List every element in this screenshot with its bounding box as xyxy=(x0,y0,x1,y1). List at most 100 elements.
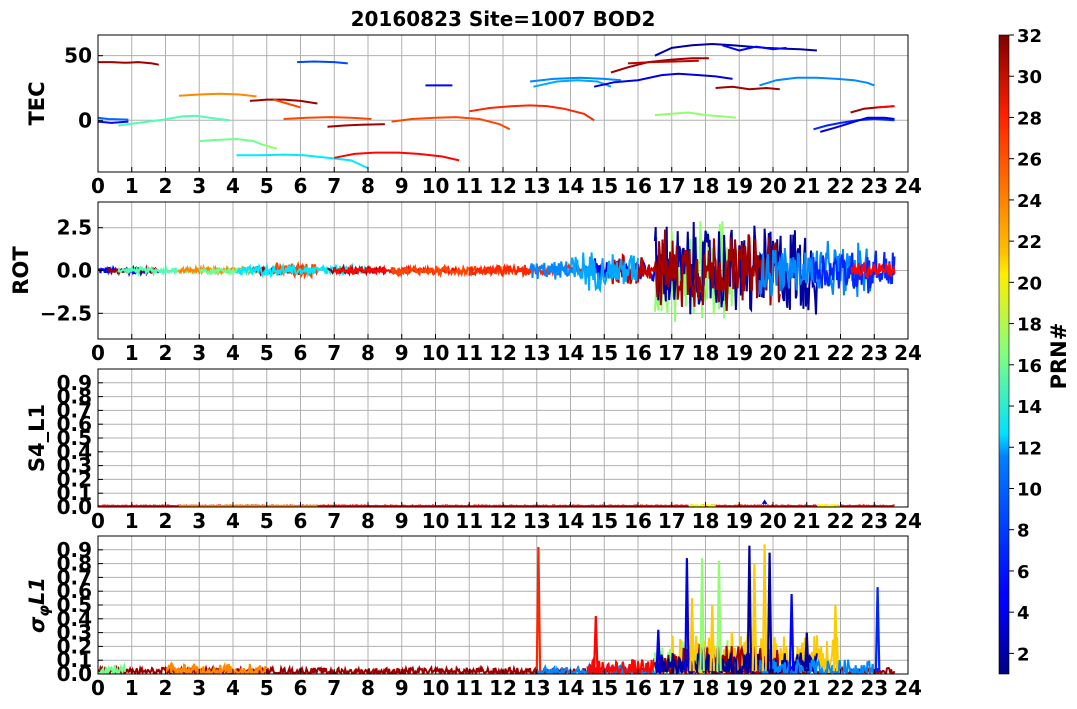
x-tick-label: 7 xyxy=(327,174,341,198)
x-tick-label: 3 xyxy=(192,509,206,533)
x-tick-label: 13 xyxy=(523,509,551,533)
x-tick-label: 10 xyxy=(422,509,450,533)
x-tick-label: 6 xyxy=(294,676,308,700)
x-tick-label: 15 xyxy=(590,341,618,365)
x-tick-label: 0 xyxy=(91,341,105,365)
x-tick-label: 16 xyxy=(624,174,652,198)
x-tick-label: 14 xyxy=(557,509,585,533)
x-tick-label: 13 xyxy=(523,174,551,198)
y-tick-label: 0.9 xyxy=(57,371,92,395)
x-tick-label: 20 xyxy=(759,676,787,700)
series-line-prn5 xyxy=(98,120,129,124)
x-tick-label: 15 xyxy=(590,174,618,198)
x-tick-label: 15 xyxy=(590,676,618,700)
grid xyxy=(97,35,909,172)
colorbar: 2468101214161820222426283032 PRN# xyxy=(998,26,1071,675)
series-group xyxy=(98,42,895,170)
x-tick-label: 10 xyxy=(422,341,450,365)
panel-2: 0 1 2 3 4 5 6 7 8 9 10 11 12 13 14 15 16 17 18 19 20 21 22 23 24… xyxy=(25,368,922,533)
y-axis-title: S4_L1 xyxy=(25,404,49,472)
colorbar-tick-label: 10 xyxy=(1017,479,1042,500)
x-tick-label: 21 xyxy=(793,174,821,198)
x-tick-label: 7 xyxy=(327,341,341,365)
y-axis-title: σφL1 xyxy=(25,577,53,633)
x-tick-label: 3 xyxy=(192,174,206,198)
x-tick-label: 24 xyxy=(894,341,922,365)
spike-prn27 xyxy=(535,546,542,672)
x-tick-label: 1 xyxy=(125,676,139,700)
x-tick-label: 21 xyxy=(793,341,821,365)
y-tick-label: 2.5 xyxy=(57,216,92,240)
x-tick-label: 8 xyxy=(361,509,375,533)
x-tick-label: 24 xyxy=(894,676,922,700)
x-tick-label: 19 xyxy=(725,509,753,533)
series-line-prn28 xyxy=(334,151,460,162)
x-tick-label: 1 xyxy=(125,174,139,198)
x-tick-label: 0 xyxy=(91,509,105,533)
colorbar-tick-label: 12 xyxy=(1017,438,1042,459)
x-tick-label: 6 xyxy=(294,509,308,533)
x-tick-label: 11 xyxy=(455,174,483,198)
series-line-prn31 xyxy=(715,85,780,91)
panel-0: 0 1 2 3 4 5 6 7 8 9 10 11 12 13 14 15 16 17 18 19 20 21 22 23 24… xyxy=(25,34,922,198)
x-tick-label: 8 xyxy=(361,174,375,198)
x-tick-label: 12 xyxy=(489,174,517,198)
x-tick-label: 2 xyxy=(159,509,173,533)
x-tick-label: 19 xyxy=(725,341,753,365)
x-tick-label: 22 xyxy=(827,341,855,365)
x-tick-label: 3 xyxy=(192,341,206,365)
series-line-prn24 xyxy=(178,92,257,98)
x-tick-label: 5 xyxy=(260,676,274,700)
colorbar-tick-label: 22 xyxy=(1017,232,1042,253)
series-line-prn17 xyxy=(263,143,278,150)
x-tick-label: 23 xyxy=(860,174,888,198)
x-tick-label: 12 xyxy=(489,676,517,700)
y-axis-title: ROT xyxy=(9,246,33,295)
series-group xyxy=(98,221,896,322)
x-tick-label: 9 xyxy=(395,676,409,700)
series-line-prn30 xyxy=(627,59,699,65)
y-axis-title: TEC xyxy=(25,81,49,125)
colorbar-tick-label: 2 xyxy=(1017,644,1030,665)
x-tick-label: 14 xyxy=(557,341,585,365)
x-tick-label: 23 xyxy=(860,676,888,700)
x-tick-label: 2 xyxy=(159,341,173,365)
spike-prn6 xyxy=(874,587,881,672)
x-tick-label: 13 xyxy=(523,341,551,365)
series-line-prn26 xyxy=(391,116,511,131)
x-tick-label: 4 xyxy=(226,676,240,700)
panels-group: 0 1 2 3 4 5 6 7 8 9 10 11 12 13 14 15 16 17 18 19 20 21 22 23 24… xyxy=(9,34,922,700)
x-tick-label: 16 xyxy=(624,341,652,365)
colorbar-tick-label: 24 xyxy=(1017,191,1042,212)
x-tick-label: 12 xyxy=(489,341,517,365)
x-tick-label: 14 xyxy=(557,174,585,198)
colorbar-tick-label: 6 xyxy=(1017,562,1030,583)
x-tick-label: 17 xyxy=(658,174,686,198)
series-group xyxy=(98,499,896,507)
x-tick-label: 23 xyxy=(860,341,888,365)
colorbar-tick-label: 32 xyxy=(1017,26,1042,47)
x-tick-label: 3 xyxy=(192,676,206,700)
x-tick-label: 20 xyxy=(759,509,787,533)
colorbar-tick-label: 4 xyxy=(1017,603,1030,624)
x-tick-label: 11 xyxy=(455,676,483,700)
colorbar-tick-label: 30 xyxy=(1017,67,1042,88)
x-tick-label: 22 xyxy=(827,174,855,198)
x-tick-label: 9 xyxy=(395,341,409,365)
y-tick-label: 0 xyxy=(78,108,92,132)
x-tick-label: 2 xyxy=(159,174,173,198)
series-line-prn7 xyxy=(297,60,348,65)
x-tick-label: 12 xyxy=(489,509,517,533)
x-tick-label: 1 xyxy=(125,341,139,365)
x-tick-label: 19 xyxy=(725,174,753,198)
x-tick-label: 4 xyxy=(226,509,240,533)
x-tick-label: 20 xyxy=(759,341,787,365)
x-tick-label: 5 xyxy=(260,341,274,365)
x-tick-label: 11 xyxy=(455,341,483,365)
panel-1: 0 1 2 3 4 5 6 7 8 9 10 11 12 13 14 15 16 17 18 19 20 21 22 23 24… xyxy=(9,201,922,365)
y-tick-label: −2.5 xyxy=(40,301,92,325)
series-line-prn31 xyxy=(327,123,385,128)
spike-prn4 xyxy=(761,499,768,505)
series-line-prn9 xyxy=(759,76,875,87)
x-tick-label: 18 xyxy=(692,509,720,533)
